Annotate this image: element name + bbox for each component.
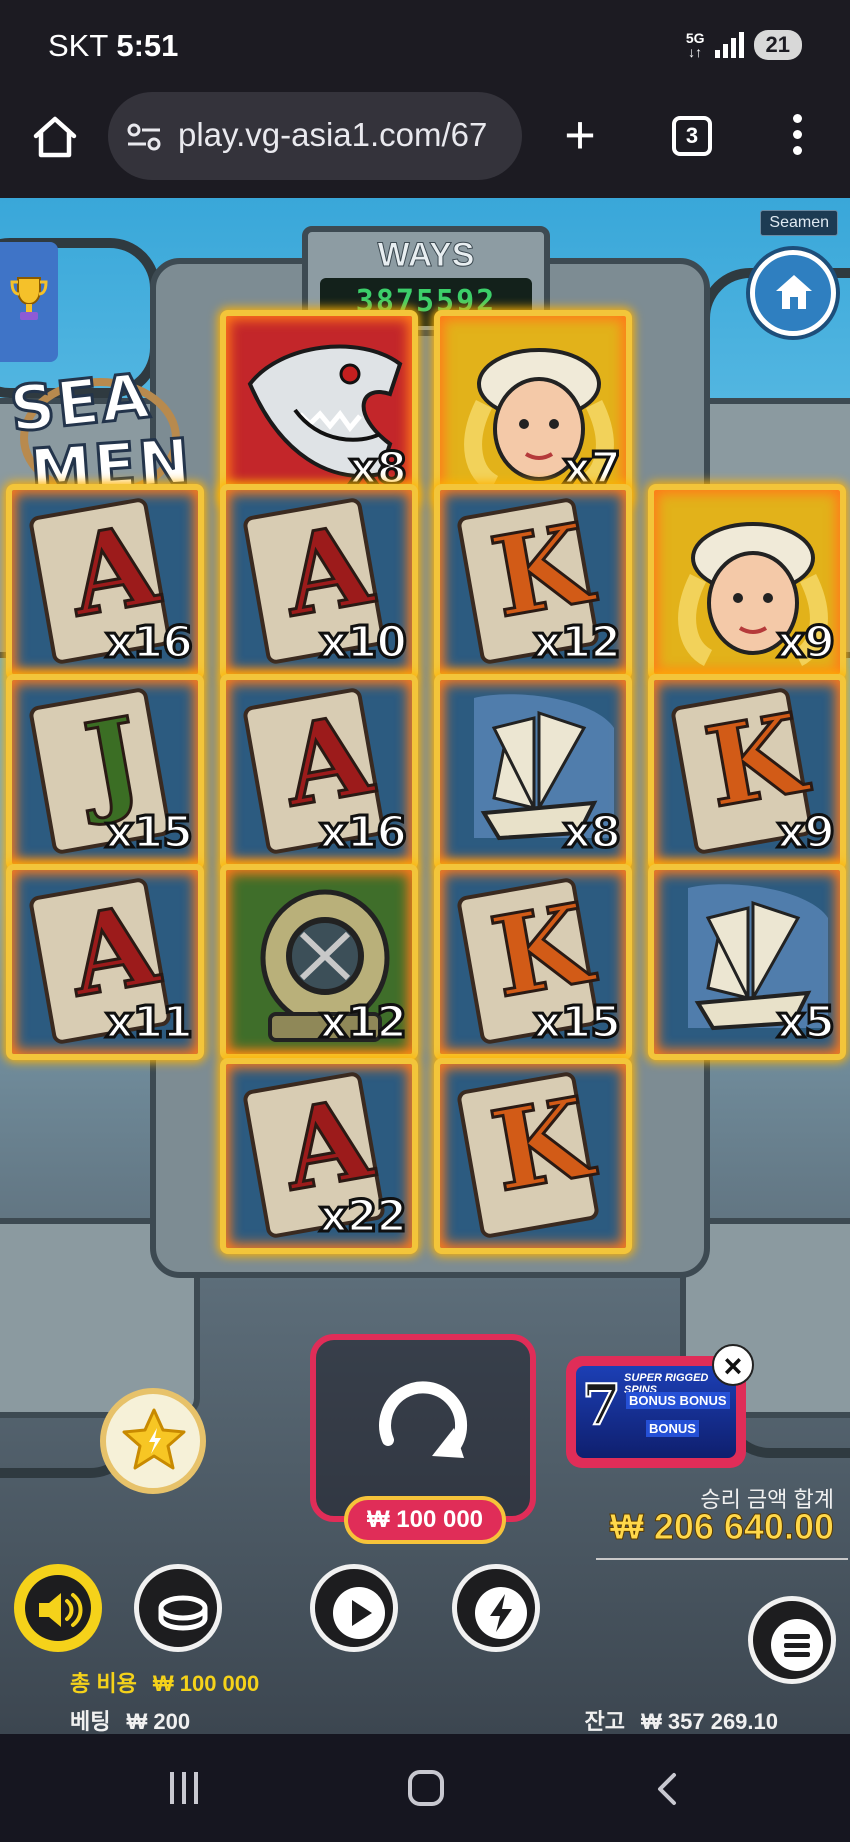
address-bar[interactable]: play.vg-asia1.com/67 bbox=[108, 92, 522, 180]
balance-value: ₩ 357 269.10 bbox=[641, 1709, 778, 1734]
status-bar: SKT 5:51 5G ↓↑ 21 bbox=[0, 0, 850, 92]
bonus-label: BONUS BONUS bbox=[626, 1392, 730, 1409]
home-icon bbox=[776, 275, 812, 309]
reel-symbol: x12 bbox=[220, 864, 418, 1060]
spin-bet-amount[interactable]: ₩ 100 000 bbox=[344, 1496, 506, 1544]
symbol-multiplier: x8 bbox=[562, 806, 623, 860]
coin-icon bbox=[158, 1595, 208, 1631]
total-cost-value: ₩ 100 000 bbox=[152, 1671, 260, 1696]
bonus-number: 7 bbox=[581, 1371, 622, 1439]
tab-switcher-button[interactable]: 3 bbox=[672, 116, 712, 156]
url-text: play.vg-asia1.com/67 bbox=[178, 116, 488, 153]
bet-label: 베팅 bbox=[70, 1709, 111, 1734]
close-icon[interactable]: × bbox=[712, 1344, 754, 1386]
divider bbox=[596, 1558, 848, 1560]
lightning-icon bbox=[475, 1587, 527, 1639]
back-icon[interactable] bbox=[652, 1772, 682, 1806]
game-menu-button[interactable] bbox=[748, 1596, 836, 1684]
autoplay-button[interactable] bbox=[310, 1564, 398, 1652]
signal-icon bbox=[714, 32, 744, 58]
reel-symbol: Kx9 bbox=[648, 674, 846, 870]
reel-symbol: Kx15 bbox=[434, 864, 632, 1060]
bet: 베팅 ₩ 200 bbox=[70, 1704, 190, 1736]
clock: 5:51 bbox=[116, 28, 179, 63]
reel-symbol: x8 bbox=[220, 310, 418, 506]
reel-symbol: x9 bbox=[648, 484, 846, 680]
battery-indicator: 21 bbox=[753, 30, 802, 60]
reel-symbol: Kx12 bbox=[434, 484, 632, 680]
carrier: SKT bbox=[48, 28, 108, 63]
ways-label: WAYS bbox=[377, 236, 475, 275]
total-win-value: ₩ 206 640.00 bbox=[609, 1506, 834, 1548]
browser-menu-icon[interactable] bbox=[790, 114, 804, 160]
symbol-multiplier: x12 bbox=[532, 616, 623, 670]
star-icon bbox=[122, 1408, 186, 1470]
symbol-multiplier: x15 bbox=[104, 806, 195, 860]
carrier-time: SKT 5:51 bbox=[48, 28, 178, 64]
symbol-multiplier: x16 bbox=[318, 806, 409, 860]
turbo-button[interactable] bbox=[452, 1564, 540, 1652]
reel-symbol: Ax11 bbox=[6, 864, 204, 1060]
total-cost-label: 총 비용 bbox=[70, 1671, 137, 1696]
card-letter: K bbox=[481, 1071, 601, 1218]
reel-symbol: Ax16 bbox=[220, 674, 418, 870]
reel-symbol: Ax22 bbox=[220, 1058, 418, 1254]
nav-home-icon[interactable] bbox=[408, 1770, 444, 1806]
spin-icon bbox=[379, 1381, 468, 1458]
recent-apps-icon[interactable] bbox=[170, 1772, 206, 1804]
network-5g-icon: 5G ↓↑ bbox=[685, 30, 705, 60]
play-icon bbox=[333, 1587, 385, 1639]
reel-symbol: Ax16 bbox=[6, 484, 204, 680]
new-tab-button[interactable]: + bbox=[560, 108, 600, 162]
reel-symbol: x7 bbox=[434, 310, 632, 506]
symbol-multiplier: x22 bbox=[318, 1190, 409, 1244]
bonus-label: BONUS bbox=[646, 1420, 699, 1437]
spin-button[interactable] bbox=[310, 1334, 536, 1522]
screen: SKT 5:51 5G ↓↑ 21 play.vg-asia1.com/67 +… bbox=[0, 0, 850, 1842]
symbol-multiplier: x9 bbox=[776, 806, 837, 860]
system-icons: 5G ↓↑ 21 bbox=[686, 30, 802, 60]
site-settings-icon[interactable] bbox=[126, 122, 162, 152]
reel-symbol: x8 bbox=[434, 674, 632, 870]
total-cost: 총 비용 ₩ 100 000 bbox=[70, 1666, 259, 1698]
game-home-button[interactable] bbox=[750, 250, 836, 336]
reel-symbol: x5 bbox=[648, 864, 846, 1060]
symbol-multiplier: x11 bbox=[104, 996, 195, 1050]
favorite-star-button[interactable] bbox=[100, 1388, 206, 1494]
browser-toolbar: play.vg-asia1.com/67 + 3 bbox=[0, 92, 850, 198]
balance: 잔고 ₩ 357 269.10 bbox=[585, 1704, 778, 1736]
symbol-multiplier: x10 bbox=[318, 616, 409, 670]
sound-toggle-button[interactable] bbox=[14, 1564, 102, 1652]
trophy-icon bbox=[10, 277, 48, 320]
reel-symbol: Ax10 bbox=[220, 484, 418, 680]
symbol-multiplier: x5 bbox=[776, 996, 837, 1050]
game-name-tag: Seamen bbox=[760, 210, 838, 236]
symbol-multiplier: x9 bbox=[776, 616, 837, 670]
speaker-icon bbox=[39, 1593, 83, 1627]
system-nav-bar bbox=[0, 1734, 850, 1842]
reel-symbol: Jx15 bbox=[6, 674, 204, 870]
hamburger-icon bbox=[771, 1619, 823, 1671]
browser-home-icon[interactable] bbox=[30, 112, 80, 162]
symbol-multiplier: x15 bbox=[532, 996, 623, 1050]
symbol-multiplier: x12 bbox=[318, 996, 409, 1050]
bet-value: ₩ 200 bbox=[126, 1709, 191, 1734]
symbol-multiplier: x16 bbox=[104, 616, 195, 670]
reel-symbol: K bbox=[434, 1058, 632, 1254]
coin-bet-button[interactable] bbox=[134, 1564, 222, 1652]
balance-label: 잔고 bbox=[584, 1709, 626, 1734]
